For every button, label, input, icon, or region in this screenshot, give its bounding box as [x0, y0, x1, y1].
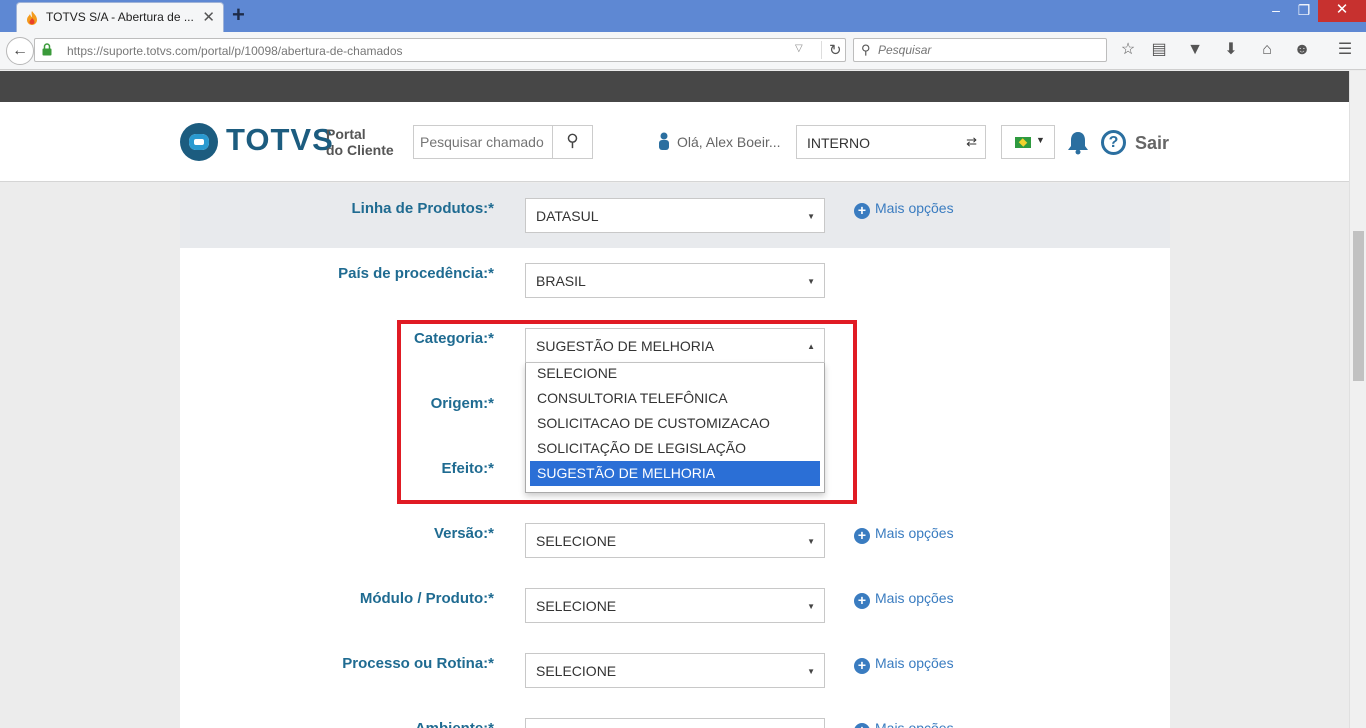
portal-title-line2: do Cliente	[326, 142, 394, 158]
firefox-flame-icon	[27, 11, 37, 25]
swap-icon: ⇄	[966, 134, 977, 149]
select-ambiente[interactable]	[525, 718, 825, 728]
caret-up-icon: ▲	[807, 342, 815, 351]
brazil-flag-icon	[1015, 137, 1031, 148]
more-options-label: Mais opções	[875, 525, 954, 541]
bell-icon[interactable]	[1066, 130, 1090, 155]
select-categoria[interactable]: SUGESTÃO DE MELHORIA ▲	[525, 328, 825, 363]
close-window-button[interactable]: ✕	[1318, 0, 1366, 22]
label-efeito: Efeito:*	[441, 460, 495, 477]
select-value: DATASUL	[536, 208, 599, 224]
portal-title-line1: Portal	[326, 126, 366, 142]
option-selecione[interactable]: SELECIONE	[530, 361, 820, 386]
more-options-link[interactable]: + Mais opções	[854, 590, 954, 609]
label-origem: Origem:*	[430, 395, 494, 412]
select-value: SUGESTÃO DE MELHORIA	[536, 338, 715, 354]
reading-list-icon[interactable]: ▤	[1148, 40, 1170, 62]
browser-search-box[interactable]: ⚲	[853, 38, 1107, 62]
select-linha-produtos[interactable]: DATASUL ▼	[525, 198, 825, 233]
select-pais[interactable]: BRASIL ▼	[525, 263, 825, 298]
select-value: SELECIONE	[536, 533, 617, 549]
user-greeting[interactable]: Olá, Alex Boeir...	[677, 134, 781, 150]
scrollbar-thumb[interactable]	[1353, 231, 1364, 381]
plus-circle-icon: +	[854, 658, 870, 674]
totvs-logo-icon[interactable]	[180, 123, 218, 161]
search-icon: ⚲	[861, 42, 871, 57]
plus-circle-icon: +	[854, 203, 870, 219]
categoria-dropdown-list: SELECIONE CONSULTORIA TELEFÔNICA SOLICIT…	[525, 363, 825, 493]
more-options-link[interactable]: + Mais opções	[854, 525, 954, 544]
plus-circle-icon: +	[854, 593, 870, 609]
top-dark-bar	[0, 71, 1366, 102]
reload-icon[interactable]: ↻	[821, 41, 842, 59]
label-pais: País de procedência:*	[338, 265, 494, 282]
more-options-label: Mais opções	[875, 720, 954, 728]
caret-down-icon: ▼	[807, 277, 815, 286]
home-icon[interactable]: ⌂	[1256, 40, 1278, 62]
profile-select[interactable]: INTERNO ⇄	[796, 125, 986, 159]
more-options-label: Mais opções	[875, 590, 954, 606]
label-ambiente: Ambiente:*	[415, 720, 494, 728]
label-linha-produtos: Linha de Produtos:*	[351, 200, 495, 217]
browser-tab[interactable]: TOTVS S/A - Abertura de ... ✕	[16, 2, 224, 32]
pocket-icon[interactable]: ▼	[1184, 40, 1206, 62]
ticket-search: ⚲	[413, 125, 593, 159]
more-options-label: Mais opções	[875, 655, 954, 671]
plus-circle-icon: +	[854, 528, 870, 544]
ticket-search-button[interactable]: ⚲	[552, 126, 592, 158]
select-modulo[interactable]: SELECIONE ▼	[525, 588, 825, 623]
caret-down-icon: ▼	[807, 602, 815, 611]
new-tab-button[interactable]: +	[232, 3, 245, 27]
option-solicitacao-legislacao[interactable]: SOLICITAÇÃO DE LEGISLAÇÃO	[530, 436, 820, 461]
url-dropdown-icon[interactable]: ▽	[795, 43, 803, 54]
bookmark-star-icon[interactable]: ☆	[1117, 40, 1139, 62]
more-options-label: Mais opções	[875, 200, 954, 216]
url-text: https://suporte.totvs.com/portal/p/10098…	[67, 44, 403, 58]
browser-search-input[interactable]	[878, 42, 1098, 58]
label-processo: Processo ou Rotina:*	[342, 655, 494, 672]
lock-icon	[42, 43, 52, 56]
option-solicitacao-customizacao[interactable]: SOLICITACAO DE CUSTOMIZACAO	[530, 411, 820, 436]
browser-navbar: ← https://suporte.totvs.com/portal/p/100…	[0, 32, 1366, 70]
more-options-link[interactable]: + Mais opções	[854, 200, 954, 219]
portal-header: TOTVS Portal do Cliente ⚲ Olá, Alex Boei…	[0, 102, 1349, 182]
select-processo[interactable]: SELECIONE ▼	[525, 653, 825, 688]
label-modulo: Módulo / Produto:*	[359, 590, 494, 607]
more-options-link[interactable]: + Mais opções	[854, 655, 954, 674]
help-icon[interactable]: ?	[1101, 130, 1126, 155]
minimize-button[interactable]: –	[1262, 0, 1290, 22]
language-select[interactable]: ▼	[1001, 125, 1055, 159]
download-icon[interactable]: ⬇	[1220, 40, 1242, 62]
ticket-search-input[interactable]	[414, 126, 554, 158]
tab-title: TOTVS S/A - Abertura de ...	[46, 10, 194, 24]
chevron-down-icon: ▼	[1036, 135, 1045, 145]
address-bar[interactable]: https://suporte.totvs.com/portal/p/10098…	[34, 38, 846, 62]
maximize-button[interactable]: ❐	[1290, 0, 1318, 22]
label-categoria: Categoria:*	[413, 330, 494, 347]
select-versao[interactable]: SELECIONE ▼	[525, 523, 825, 558]
select-value: SELECIONE	[536, 598, 617, 614]
portal-title: Portal do Cliente	[326, 126, 394, 158]
user-icon	[659, 132, 669, 150]
back-arrow-icon[interactable]: ←	[6, 37, 34, 65]
browser-titlebar: TOTVS S/A - Abertura de ... ✕ + – ❐ ✕	[0, 0, 1366, 32]
select-value: BRASIL	[536, 273, 586, 289]
label-versao: Versão:*	[433, 525, 494, 542]
hamburger-menu-icon[interactable]: ☰	[1334, 40, 1356, 62]
logout-link[interactable]: Sair	[1135, 133, 1169, 154]
plus-circle-icon: +	[854, 723, 870, 728]
caret-down-icon: ▼	[807, 537, 815, 546]
tab-close-icon[interactable]: ✕	[202, 8, 215, 26]
caret-down-icon: ▼	[807, 667, 815, 676]
feedback-icon[interactable]: ☻	[1291, 40, 1313, 62]
logo-text[interactable]: TOTVS	[226, 122, 334, 158]
select-value: SELECIONE	[536, 663, 617, 679]
more-options-link[interactable]: + Mais opções	[854, 720, 954, 728]
page-scrollbar[interactable]	[1349, 71, 1366, 728]
caret-down-icon: ▼	[807, 212, 815, 221]
option-sugestao-melhoria[interactable]: SUGESTÃO DE MELHORIA	[530, 461, 820, 486]
profile-value: INTERNO	[807, 135, 870, 151]
option-consultoria-telefonica[interactable]: CONSULTORIA TELEFÔNICA	[530, 386, 820, 411]
